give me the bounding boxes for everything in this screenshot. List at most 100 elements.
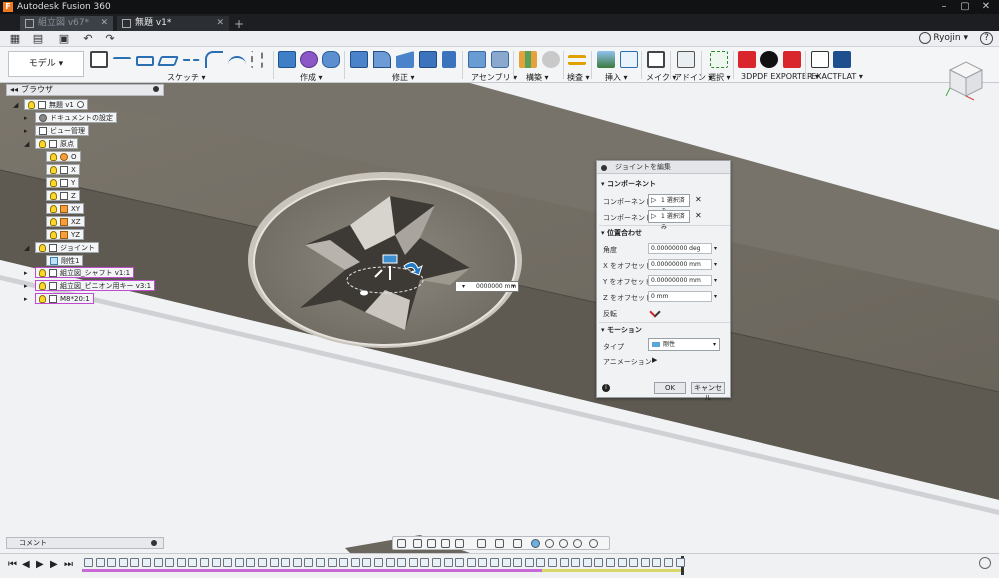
timeline-feature-icon[interactable] (501, 558, 511, 567)
visibility-bulb-icon[interactable] (50, 217, 57, 226)
timeline-feature-icon[interactable] (420, 558, 430, 567)
expand-arrow-icon[interactable]: ▸ (24, 282, 30, 290)
save-icon[interactable]: ▣ (58, 33, 70, 45)
timeline-feature-icon[interactable] (327, 558, 337, 567)
tree-item-xz-plane[interactable]: XZ (46, 216, 85, 227)
timeline-feature-icon[interactable] (455, 558, 465, 567)
chamfer-icon[interactable] (396, 51, 414, 68)
data-panel-grid-icon[interactable]: ▦ (9, 33, 21, 45)
move-copy-icon[interactable] (442, 51, 456, 68)
timeline-feature-icon[interactable] (559, 558, 569, 567)
effects-icon[interactable] (545, 539, 554, 548)
exactflat-upload-icon[interactable] (833, 51, 851, 68)
sketch-plane-icon[interactable] (157, 56, 179, 66)
offset-plane-icon[interactable] (519, 51, 537, 68)
expand-arrow-icon[interactable]: ▸ (24, 269, 30, 277)
dialog-header[interactable]: ジョイントを編集 (597, 161, 730, 174)
collapse-browser-icon[interactable]: ◂◂ (10, 85, 18, 95)
timeline-feature-icon[interactable] (350, 558, 360, 567)
fillet-sketch-icon[interactable] (205, 51, 223, 68)
extrude-icon[interactable] (278, 51, 296, 68)
section-position-header[interactable]: ▾ 位置合わせ (601, 228, 642, 238)
cancel-button[interactable]: キャンセル (691, 382, 725, 402)
timeline-feature-icon[interactable] (281, 558, 291, 567)
ribbon-group-construct[interactable]: 構築 ▾ (526, 72, 549, 83)
file-menu-icon[interactable]: ▤ (32, 33, 44, 45)
ribbon-group-make[interactable]: メイク ▾ (646, 72, 676, 83)
timeline-feature-icon[interactable] (84, 558, 93, 567)
timeline-feature-icon[interactable] (269, 558, 279, 567)
timeline-feature-icon[interactable] (118, 558, 128, 567)
timeline-feature-icon[interactable] (629, 558, 639, 567)
visibility-bulb-icon[interactable] (39, 268, 46, 277)
timeline-feature-icon[interactable] (652, 558, 662, 567)
timeline-feature-icon[interactable] (304, 558, 314, 567)
orbit-icon[interactable] (397, 539, 406, 548)
timeline-feature-icon[interactable] (524, 558, 534, 567)
timeline-feature-icon[interactable] (95, 558, 105, 567)
redo-icon[interactable]: ↷ (104, 33, 116, 45)
tree-item-xy-plane[interactable]: XY (46, 203, 85, 214)
play-icon[interactable]: ▶ (36, 559, 44, 570)
timeline-feature-icon[interactable] (617, 558, 627, 567)
timeline-feature-icon[interactable] (246, 558, 256, 567)
ground-shadow-icon[interactable] (589, 539, 598, 548)
ribbon-group-assemble[interactable]: アセンブリ ▾ (471, 72, 517, 83)
tab-untitled-v1[interactable]: 無題 v1* ✕ (117, 16, 229, 31)
motion-type-select[interactable]: 剛性 ▾ (648, 338, 720, 351)
x-offset-dropdown-icon[interactable]: ▾ (714, 261, 717, 268)
timeline-feature-icon[interactable] (362, 558, 372, 567)
camera-icon[interactable] (573, 539, 582, 548)
new-tab-icon[interactable]: + (232, 17, 246, 31)
user-account-menu[interactable]: Ryojin ▾ (933, 33, 968, 43)
timeline-feature-icon[interactable] (258, 558, 267, 567)
ribbon-group-inspect[interactable]: 検査 ▾ (567, 72, 590, 83)
visibility-bulb-icon[interactable] (50, 230, 57, 239)
z-offset-dropdown-icon[interactable]: ▾ (714, 293, 717, 300)
y-offset-dropdown-icon[interactable]: ▾ (714, 277, 717, 284)
visibility-bulb-icon[interactable] (50, 165, 57, 174)
timeline-feature-icon[interactable] (130, 558, 140, 567)
ok-button[interactable]: OK (654, 382, 686, 394)
tree-item-origin-point[interactable]: O (46, 151, 81, 162)
press-pull-icon[interactable] (350, 51, 368, 68)
tree-item-root[interactable]: ◢ 無題 v1 (13, 99, 88, 110)
timeline-feature-icon[interactable] (443, 558, 453, 567)
info-icon[interactable]: i (602, 384, 610, 392)
tree-item-shaft-component[interactable]: ▸ 組立図_シャフト v1:1 (24, 267, 135, 278)
timeline-feature-icon[interactable] (188, 558, 198, 567)
step-back-icon[interactable]: ◀ (22, 559, 30, 570)
ribbon-group-select[interactable]: 選択 ▾ (708, 72, 731, 83)
input-dropdown-icon[interactable]: ▾ (512, 282, 515, 291)
visibility-bulb-icon[interactable] (50, 191, 57, 200)
clear-component1-icon[interactable]: ✕ (695, 195, 702, 204)
timeline-feature-icon[interactable] (490, 558, 499, 567)
timeline-feature-icon[interactable] (292, 558, 302, 567)
help-icon[interactable]: ? (980, 32, 993, 45)
timeline-feature-icon[interactable] (548, 558, 557, 567)
tree-item-bolt-component[interactable]: ▸ M8*20:1 (24, 293, 94, 304)
y-offset-input[interactable]: 0.00000000 mm (648, 275, 712, 286)
activate-radio-icon[interactable] (76, 101, 84, 108)
tree-item-document-settings[interactable]: ▸ ドキュメントの設定 (24, 112, 117, 123)
collapse-arrow-icon[interactable]: ◢ (13, 101, 19, 109)
insert-mesh-icon[interactable] (620, 51, 638, 68)
minimize-icon[interactable]: – (934, 0, 954, 14)
visibility-bulb-icon[interactable] (39, 294, 46, 303)
browser-panel-header[interactable]: ◂◂ ブラウザ (6, 84, 164, 96)
component2-selector[interactable]: 1 選択済み (648, 210, 690, 231)
undo-icon[interactable]: ↶ (82, 33, 94, 45)
object-visibility-icon[interactable] (559, 539, 568, 548)
section-components-header[interactable]: ▾ コンポーネント (601, 179, 656, 189)
timeline-feature-icon[interactable] (408, 558, 418, 567)
visibility-bulb-icon[interactable] (50, 178, 57, 187)
play-animation-icon[interactable]: ▶ (652, 356, 657, 364)
visibility-bulb-icon[interactable] (39, 281, 46, 290)
mirror-sketch-icon[interactable] (251, 51, 263, 68)
look-at-icon[interactable] (413, 539, 422, 548)
viewports-icon[interactable] (513, 539, 522, 548)
zoom-window-icon[interactable] (455, 539, 464, 548)
timeline-feature-icon[interactable] (594, 558, 604, 567)
timeline-feature-icon[interactable] (165, 558, 175, 567)
pin-icon[interactable] (153, 86, 159, 92)
